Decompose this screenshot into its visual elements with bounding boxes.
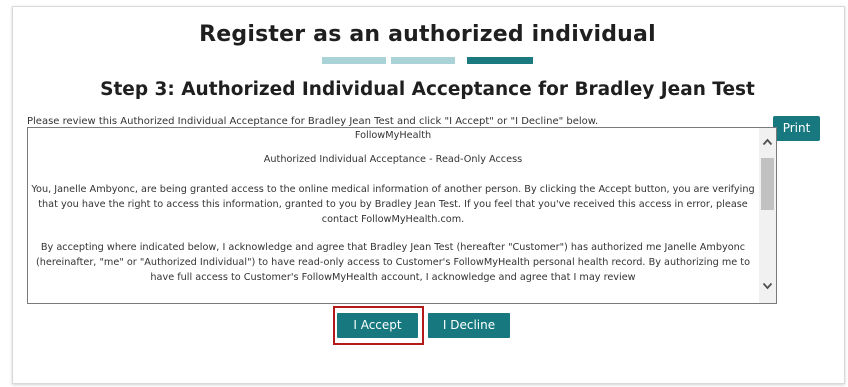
- progress-step-2: [391, 57, 455, 64]
- document-paragraph-agreement: By accepting where indicated below, I ac…: [35, 242, 751, 283]
- decline-button[interactable]: I Decline: [428, 313, 510, 338]
- document-scrollbar[interactable]: [759, 128, 776, 303]
- progress-step-3-active: [467, 57, 533, 64]
- print-button[interactable]: Print: [773, 116, 820, 141]
- instructions-text: Please review this Authorized Individual…: [27, 116, 599, 127]
- acceptance-document-content: FollowMyHealth Authorized Individual Acc…: [28, 128, 758, 285]
- progress-step-1: [322, 57, 386, 64]
- chevron-up-icon[interactable]: [759, 134, 776, 151]
- document-heading: FollowMyHealth: [354, 130, 432, 141]
- scrollbar-thumb[interactable]: [761, 158, 774, 210]
- document-subheading: Authorized Individual Acceptance - Read-…: [263, 154, 523, 165]
- page-title: Register as an authorized individual: [199, 22, 656, 47]
- acceptance-document-box[interactable]: FollowMyHealth Authorized Individual Acc…: [27, 127, 777, 304]
- accept-button[interactable]: I Accept: [337, 313, 418, 338]
- step-title: Step 3: Authorized Individual Acceptance…: [100, 79, 755, 100]
- chevron-down-icon[interactable]: [759, 278, 776, 295]
- document-paragraph-access: You, Janelle Ambyonc, are being granted …: [31, 184, 755, 225]
